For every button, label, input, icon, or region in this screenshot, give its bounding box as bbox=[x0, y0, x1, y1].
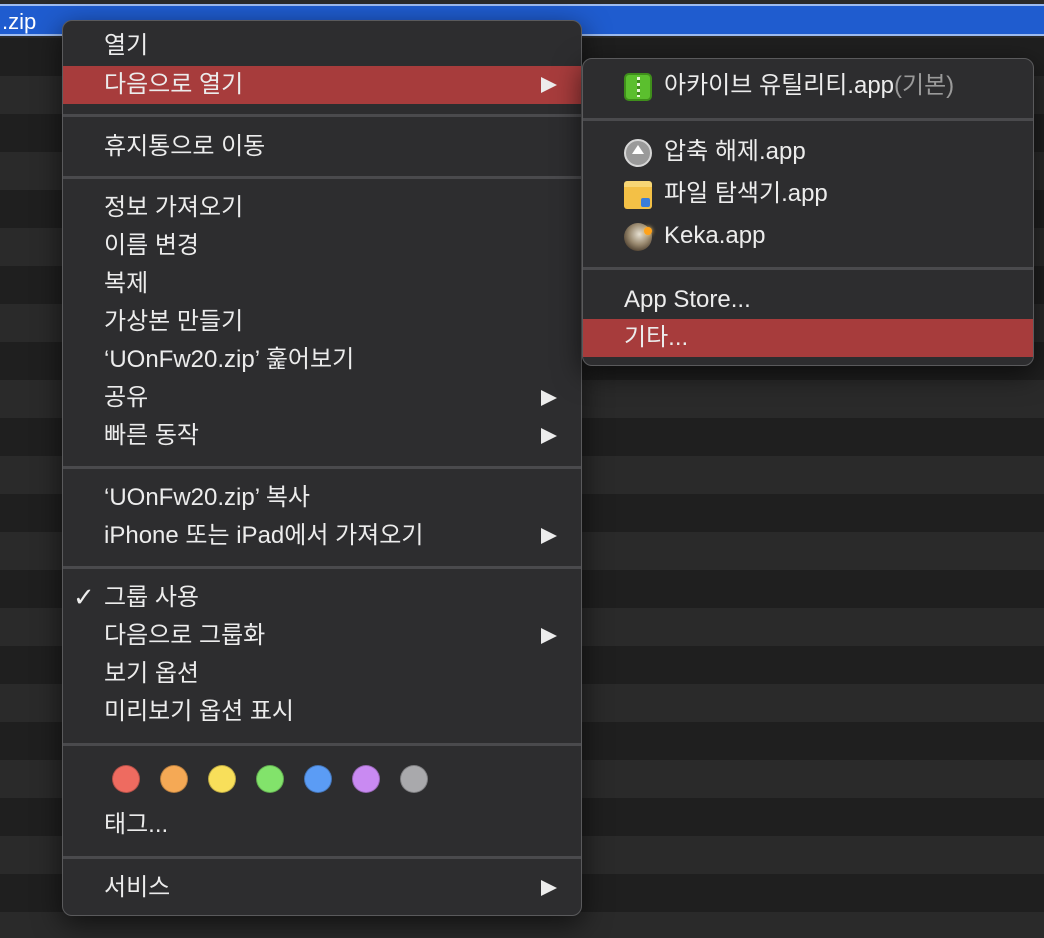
menu-separator bbox=[63, 176, 581, 179]
menu-item-quick-actions[interactable]: 빠른 동작 bbox=[63, 417, 581, 455]
menu-item-label: 보기 옵션 bbox=[104, 660, 199, 687]
menu-item-import-from-iphone[interactable]: iPhone 또는 iPad에서 가져오기 bbox=[63, 517, 581, 555]
submenu-arrow-icon bbox=[541, 628, 557, 644]
menu-item-label: ‘UOnFw20.zip’ 복사 bbox=[104, 484, 310, 511]
menu-item-make-alias[interactable]: 가상본 만들기 bbox=[63, 303, 581, 341]
submenu-arrow-icon bbox=[541, 428, 557, 444]
menu-item-label: 압축 해제.app bbox=[664, 138, 806, 165]
checkmark-icon: ✓ bbox=[73, 582, 95, 612]
menu-item-label: 공유 bbox=[104, 384, 149, 411]
tag-gray[interactable] bbox=[400, 765, 428, 793]
menu-item-label: 아카이브 유틸리티.app(기본) bbox=[664, 72, 955, 99]
menu-item-label: 가상본 만들기 bbox=[104, 308, 244, 335]
submenu-arrow-icon bbox=[541, 528, 557, 544]
submenu-arrow-icon bbox=[541, 77, 557, 93]
menu-item-preview-options[interactable]: 미리보기 옵션 표시 bbox=[63, 693, 581, 731]
tag-orange[interactable] bbox=[160, 765, 188, 793]
menu-item-label: 그룹 사용 bbox=[104, 584, 199, 611]
menu-item-label: 다음으로 그룹화 bbox=[104, 622, 266, 649]
menu-item-view-options[interactable]: 보기 옵션 bbox=[63, 655, 581, 693]
menu-item-label: 정보 가져오기 bbox=[104, 194, 244, 221]
menu-item-label: 이름 변경 bbox=[104, 232, 199, 259]
menu-item-label: ‘UOnFw20.zip’ 훑어보기 bbox=[104, 346, 355, 373]
selected-file-name: .zip bbox=[2, 9, 37, 34]
menu-item-quick-look[interactable]: ‘UOnFw20.zip’ 훑어보기 bbox=[63, 341, 581, 379]
file-explorer-icon bbox=[624, 181, 652, 209]
menu-item-rename[interactable]: 이름 변경 bbox=[63, 227, 581, 265]
menu-item-move-to-trash[interactable]: 휴지통으로 이동 bbox=[63, 128, 581, 166]
menu-item-services[interactable]: 서비스 bbox=[63, 869, 581, 907]
menu-item-label: 기타... bbox=[624, 324, 689, 351]
menu-separator bbox=[63, 466, 581, 469]
submenu-item-keka[interactable]: Keka.app bbox=[583, 217, 1033, 255]
menu-item-label: 복제 bbox=[104, 270, 149, 297]
submenu-item-archive-utility[interactable]: 아카이브 유틸리티.app(기본) bbox=[583, 67, 1033, 105]
submenu-item-app-store[interactable]: App Store... bbox=[583, 281, 1033, 319]
menu-item-label: 다음으로 열기 bbox=[104, 71, 244, 98]
tag-color-row bbox=[63, 765, 581, 807]
submenu-item-other[interactable]: 기타... bbox=[583, 319, 1033, 357]
context-menu: 열기 다음으로 열기 휴지통으로 이동 정보 가져오기 이름 변경 복제 가상본… bbox=[62, 20, 582, 916]
tag-yellow[interactable] bbox=[208, 765, 236, 793]
menu-item-label: 파일 탐색기.app bbox=[664, 180, 828, 207]
menu-item-label: App Store... bbox=[624, 286, 751, 313]
unzip-app-icon bbox=[624, 139, 652, 167]
keka-icon bbox=[624, 223, 652, 251]
tag-purple[interactable] bbox=[352, 765, 380, 793]
menu-item-copy[interactable]: ‘UOnFw20.zip’ 복사 bbox=[63, 479, 581, 517]
submenu-arrow-icon bbox=[541, 390, 557, 406]
menu-item-label: 미리보기 옵션 표시 bbox=[104, 698, 294, 725]
menu-separator bbox=[63, 114, 581, 117]
menu-item-label: Keka.app bbox=[664, 222, 766, 249]
submenu-item-file-explorer[interactable]: 파일 탐색기.app bbox=[583, 175, 1033, 213]
menu-item-use-groups[interactable]: ✓ 그룹 사용 bbox=[63, 579, 581, 617]
menu-item-label: 열기 bbox=[104, 32, 149, 59]
tag-blue[interactable] bbox=[304, 765, 332, 793]
menu-item-label: 태그... bbox=[104, 811, 169, 838]
menu-separator bbox=[63, 856, 581, 859]
menu-item-label: 서비스 bbox=[104, 874, 171, 901]
menu-separator bbox=[63, 743, 581, 746]
menu-separator bbox=[63, 566, 581, 569]
default-suffix: (기본) bbox=[894, 72, 955, 99]
menu-item-open[interactable]: 열기 bbox=[63, 27, 581, 65]
open-with-submenu: 아카이브 유틸리티.app(기본) 압축 해제.app 파일 탐색기.app K… bbox=[582, 58, 1034, 366]
tag-red[interactable] bbox=[112, 765, 140, 793]
submenu-arrow-icon bbox=[541, 880, 557, 896]
menu-item-label: iPhone 또는 iPad에서 가져오기 bbox=[104, 522, 424, 549]
menu-separator bbox=[583, 118, 1033, 121]
menu-item-open-with[interactable]: 다음으로 열기 bbox=[63, 66, 581, 104]
menu-item-group-by[interactable]: 다음으로 그룹화 bbox=[63, 617, 581, 655]
menu-item-label: 빠른 동작 bbox=[104, 422, 199, 449]
menu-separator bbox=[583, 267, 1033, 270]
tag-green[interactable] bbox=[256, 765, 284, 793]
menu-item-duplicate[interactable]: 복제 bbox=[63, 265, 581, 303]
menu-item-share[interactable]: 공유 bbox=[63, 379, 581, 417]
menu-item-tags[interactable]: 태그... bbox=[63, 806, 581, 844]
archive-utility-icon bbox=[624, 73, 652, 101]
submenu-item-unzip-app[interactable]: 압축 해제.app bbox=[583, 133, 1033, 171]
menu-item-get-info[interactable]: 정보 가져오기 bbox=[63, 189, 581, 227]
menu-item-label: 휴지통으로 이동 bbox=[104, 133, 266, 160]
